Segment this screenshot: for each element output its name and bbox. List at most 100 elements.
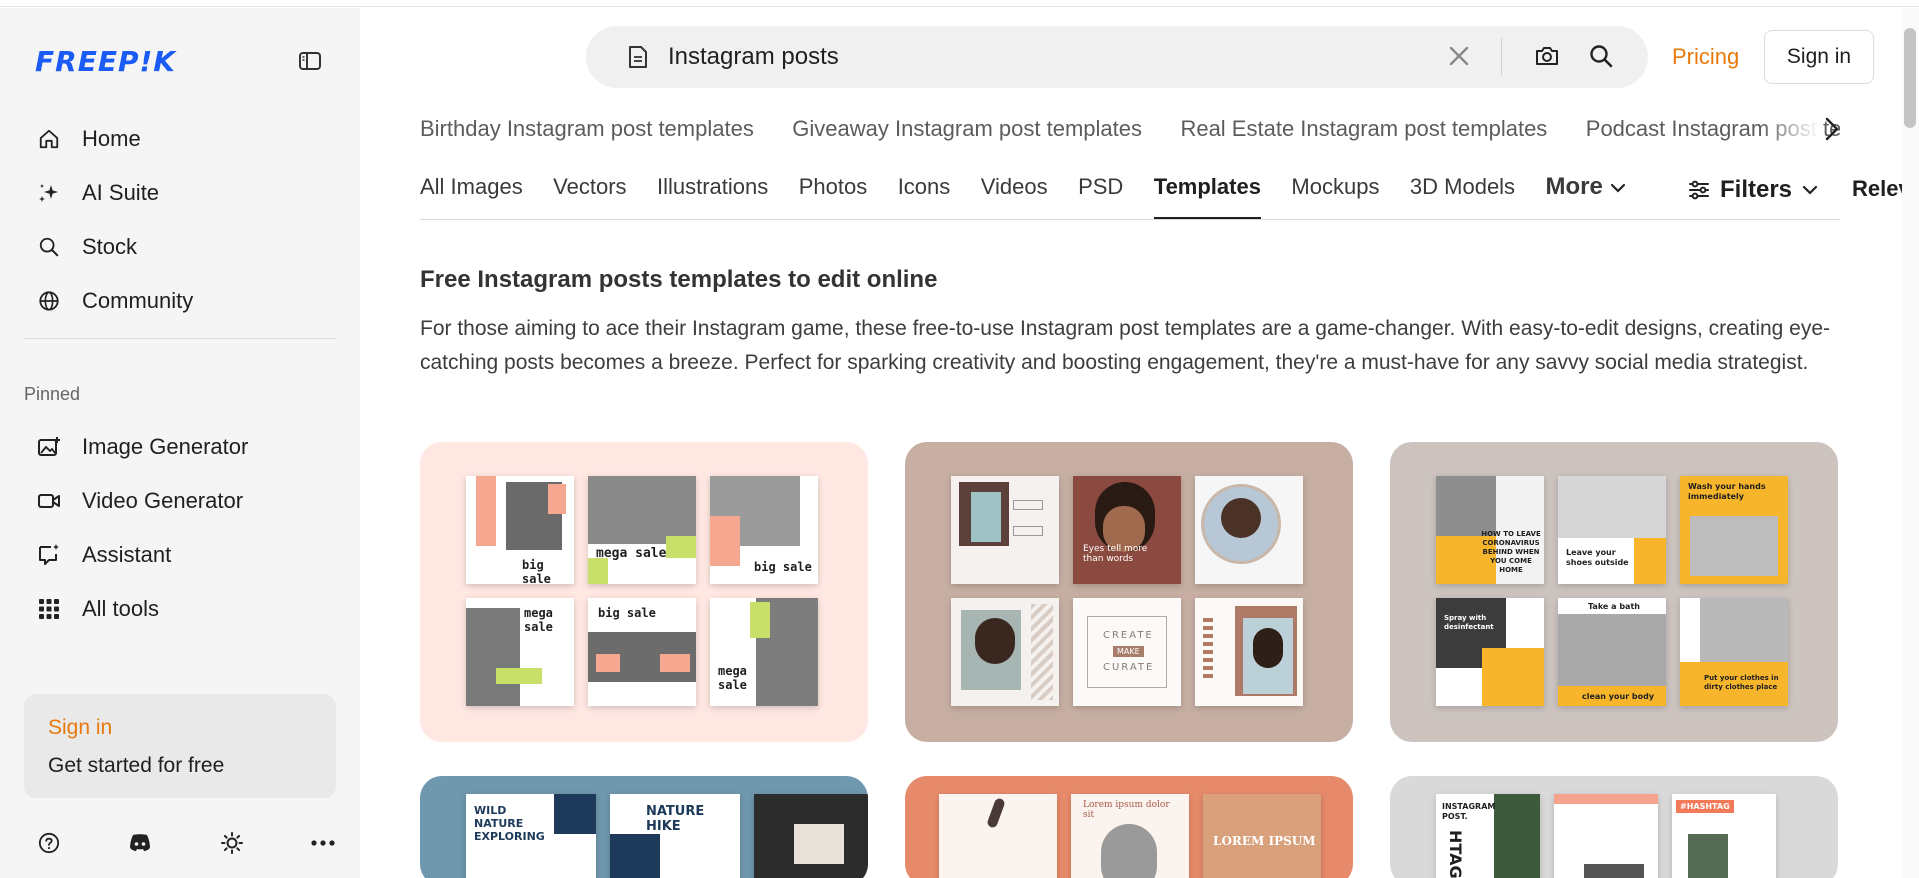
template-card[interactable]: HOW TO LEAVE CORONAVIRUS BEHIND WHEN YOU…: [1390, 442, 1838, 742]
scrollbar-thumb[interactable]: [1904, 28, 1916, 128]
template-thumb: NATURE HIKE: [610, 794, 740, 878]
template-card[interactable]: Eyes tell more than words CREATE MAKE CU…: [905, 442, 1353, 742]
sidebar: FREEP!K Home AI Suite Stock Community Pi…: [0, 8, 360, 878]
tab-videos[interactable]: Videos: [981, 172, 1048, 219]
search-input[interactable]: [668, 38, 1428, 76]
sidebar-item-label: AI Suite: [82, 180, 160, 205]
filters-label: Filters: [1720, 176, 1793, 203]
sidebar-item-label: Image Generator: [82, 434, 249, 459]
tab-templates[interactable]: Templates: [1153, 172, 1261, 219]
sidebar-item-all-tools[interactable]: All tools: [24, 582, 336, 636]
grid-icon: [36, 596, 62, 622]
discord-icon[interactable]: [127, 830, 153, 856]
filters-button[interactable]: Filters: [1688, 176, 1818, 204]
card-text: mega sale: [524, 606, 553, 634]
template-thumb: Wash your hands immediately: [1680, 476, 1788, 584]
sidebar-item-image-generator[interactable]: Image Generator: [24, 420, 336, 474]
template-card[interactable]: WILD NATURE EXPLORING NATURE HIKE: [420, 776, 868, 878]
sidebar-divider: [24, 338, 336, 339]
suggestion-chip[interactable]: Birthday Instagram post templates: [420, 116, 754, 141]
card-text: Lorem ipsum dolor sit: [1083, 800, 1170, 820]
card-text: HTAG: [1446, 830, 1465, 878]
card-text: Wash your hands immediately: [1688, 482, 1766, 501]
pinned-heading: Pinned: [24, 384, 81, 404]
template-card[interactable]: Lorem ipsum dolor sit LOREM IPSUM: [905, 776, 1353, 878]
chevron-down-icon: [1802, 185, 1818, 195]
sidebar-item-assistant[interactable]: Assistant: [24, 528, 336, 582]
card-text: Put your clothes in dirty clothes place: [1704, 674, 1779, 691]
tab-illustrations[interactable]: Illustrations: [657, 172, 768, 219]
sidebar-item-community[interactable]: Community: [24, 274, 336, 328]
template-preview: INSTAGRAM POST. HTAG #HASHTAG: [1436, 794, 1776, 878]
tab-3d-models[interactable]: 3D Models: [1410, 172, 1515, 219]
template-thumb: #HASHTAG: [1672, 794, 1776, 878]
scrollbar-track[interactable]: [1902, 8, 1919, 878]
related-searches: Birthday Instagram post templates Giveaw…: [420, 116, 1840, 150]
camera-icon[interactable]: [1534, 43, 1560, 74]
sidebar-toggle-icon[interactable]: [297, 48, 323, 74]
freepik-logo[interactable]: FREEP!K: [35, 45, 176, 78]
signin-button[interactable]: Sign in: [1764, 30, 1874, 84]
template-preview: HOW TO LEAVE CORONAVIRUS BEHIND WHEN YOU…: [1436, 476, 1788, 706]
help-icon[interactable]: [36, 830, 62, 856]
chevron-down-icon: [1610, 183, 1625, 193]
sidebar-item-label: All tools: [82, 596, 160, 621]
card-text: big sale: [598, 606, 656, 620]
suggestion-chip[interactable]: Real Estate Instagram post templates: [1180, 116, 1547, 141]
tab-vectors[interactable]: Vectors: [553, 172, 626, 219]
sidebar-item-label: Assistant: [82, 542, 172, 567]
asset-type-tabs: All Images Vectors Illustrations Photos …: [420, 172, 1840, 220]
tab-photos[interactable]: Photos: [799, 172, 868, 219]
sidebar-item-ai-suite[interactable]: AI Suite: [24, 166, 336, 220]
globe-icon: [36, 288, 62, 314]
card-text: Take a bath: [1588, 602, 1640, 611]
signin-card: Sign in Get started for free: [24, 694, 336, 798]
main-nav: Home AI Suite Stock Community: [24, 112, 336, 328]
tab-more[interactable]: More: [1546, 172, 1626, 219]
template-thumb: [1195, 598, 1303, 706]
tab-mockups[interactable]: Mockups: [1291, 172, 1379, 219]
template-preview: Lorem ipsum dolor sit LOREM IPSUM: [939, 794, 1321, 878]
search-icon[interactable]: [1588, 43, 1614, 74]
close-icon[interactable]: [1446, 43, 1472, 74]
template-thumb: [1554, 794, 1658, 878]
sidebar-item-home[interactable]: Home: [24, 112, 336, 166]
sun-icon[interactable]: [219, 830, 245, 856]
page-description: For those aiming to ace their Instagram …: [420, 317, 1831, 374]
sidebar-item-video-generator[interactable]: Video Generator: [24, 474, 336, 528]
tab-psd[interactable]: PSD: [1078, 172, 1123, 219]
template-thumb: big sale: [588, 598, 696, 706]
template-thumb: [951, 476, 1059, 584]
template-thumb: big sale: [710, 476, 818, 584]
sidebar-item-label: Stock: [82, 234, 138, 259]
more-icon[interactable]: [310, 830, 336, 856]
suggestion-chip[interactable]: Giveaway Instagram post templates: [792, 116, 1142, 141]
page-title: Free Instagram posts templates to edit o…: [420, 266, 938, 293]
search-separator: [1501, 38, 1502, 76]
document-icon[interactable]: [628, 45, 648, 74]
sidebar-footer: [36, 830, 336, 856]
template-thumb: [951, 598, 1059, 706]
template-thumb: INSTAGRAM POST. HTAG: [1436, 794, 1540, 878]
top-hairline: [0, 0, 1919, 7]
tab-all-images[interactable]: All Images: [420, 172, 523, 219]
search-icon: [36, 234, 62, 260]
sidebar-item-stock[interactable]: Stock: [24, 220, 336, 274]
pricing-link[interactable]: Pricing: [1672, 44, 1739, 70]
card-text: clean your body: [1582, 692, 1655, 701]
tab-icons[interactable]: Icons: [898, 172, 951, 219]
card-text: HOW TO LEAVE CORONAVIRUS BEHIND WHEN YOU…: [1481, 530, 1541, 574]
template-card[interactable]: INSTAGRAM POST. HTAG #HASHTAG: [1390, 776, 1838, 878]
template-preview: big sale mega sale big sale mega sale bi…: [466, 476, 818, 706]
template-thumb: Take a bath clean your body: [1558, 598, 1666, 706]
sort-dropdown[interactable]: Relevance: [1852, 176, 1902, 202]
template-thumb: LOREM IPSUM: [1203, 794, 1321, 878]
template-preview: Eyes tell more than words CREATE MAKE CU…: [951, 476, 1303, 706]
template-card[interactable]: big sale mega sale big sale mega sale bi…: [420, 442, 868, 742]
chevron-right-icon[interactable]: [1824, 116, 1840, 147]
search-bar: [586, 26, 1648, 88]
template-thumb: big sale: [466, 476, 574, 584]
sidebar-signin-link[interactable]: Sign in: [48, 716, 312, 740]
sparkles-icon: [36, 180, 62, 206]
card-text: WILD NATURE EXPLORING: [474, 804, 545, 843]
